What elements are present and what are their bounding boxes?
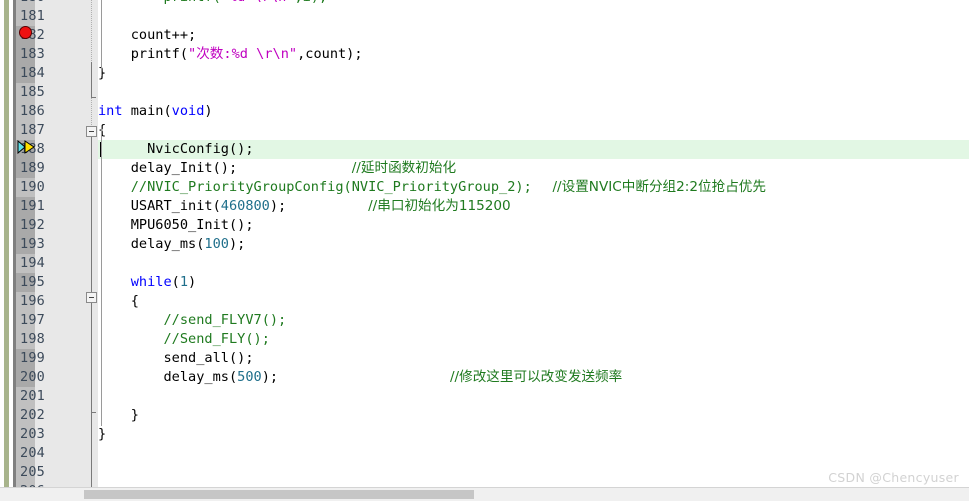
code-text[interactable]: } (98, 425, 106, 444)
code-text[interactable]: delay_ms(500); //修改这里可以改变发送频率 (98, 368, 622, 387)
line-number: 196 (20, 293, 45, 309)
fold-bracket-end (91, 97, 96, 98)
horizontal-scrollbar[interactable] (0, 487, 969, 501)
code-text[interactable]: send_all(); (98, 349, 253, 368)
breakpoint-icon[interactable] (19, 26, 32, 39)
horizontal-scrollbar-thumb[interactable] (84, 490, 474, 499)
code-text[interactable]: //send_FLYV7(); (98, 311, 286, 330)
code-text[interactable]: //Send_FLY(); (98, 330, 269, 349)
line-number: 200 (20, 369, 45, 385)
line-number: 185 (20, 84, 45, 100)
line-number: 180 (0, 0, 51, 7)
line-number: 186 (20, 103, 45, 119)
line-number: 199 (20, 350, 45, 366)
line-number: 183 (20, 46, 45, 62)
line-number: 198 (20, 331, 45, 347)
line-number: 184 (20, 65, 45, 81)
fold-bracket-function (91, 62, 92, 98)
code-text[interactable]: int main(void) (98, 102, 213, 121)
code-guide-line-main (101, 126, 102, 426)
line-number: 204 (20, 445, 45, 461)
execution-pointer-icon (17, 139, 36, 155)
fold-bracket-main (91, 137, 92, 297)
code-text[interactable]: printf("%d \r\n",i); (98, 0, 327, 7)
code-text[interactable]: count++; (98, 26, 196, 45)
code-text[interactable]: } (98, 406, 139, 425)
code-text[interactable]: printf("次数:%d \r\n",count); (98, 45, 363, 64)
line-number: 205 (20, 464, 45, 480)
line-number: 192 (20, 217, 45, 233)
fold-margin[interactable] (86, 0, 98, 501)
code-text[interactable]: delay_Init(); //延时函数初始化 (98, 159, 456, 178)
fold-toggle-main[interactable] (86, 126, 97, 137)
line-number: 203 (20, 426, 45, 442)
code-text[interactable]: MPU6050_Init(); (98, 216, 254, 235)
line-number: 202 (20, 407, 45, 423)
line-number: 195 (20, 274, 45, 290)
code-text[interactable]: NvicConfig(); (98, 140, 253, 159)
code-text[interactable]: //NVIC_PriorityGroupConfig(NVIC_Priority… (98, 178, 766, 197)
line-number: 194 (20, 255, 45, 271)
line-number: 181 (20, 8, 45, 24)
code-text[interactable]: } (98, 64, 106, 83)
watermark: CSDN @Chencyuser (828, 470, 959, 485)
code-text[interactable]: USART_init(460800); //串口初始化为115200 (98, 197, 511, 216)
fold-toggle-while[interactable] (86, 292, 97, 303)
line-number: 193 (20, 236, 45, 252)
line-number: 197 (20, 312, 45, 328)
code-text[interactable]: { (98, 121, 106, 140)
line-number: 191 (20, 198, 45, 214)
code-text[interactable]: while(1) (98, 273, 196, 292)
line-number: 189 (20, 160, 45, 176)
fold-bracket-while (91, 303, 92, 413)
line-number: 190 (20, 179, 45, 195)
code-text[interactable]: { (98, 292, 139, 311)
code-editor[interactable]: 180 printf("%d \r\n",i);181182 count++;1… (0, 0, 969, 501)
fold-bracket-tail (91, 413, 92, 491)
code-guide-line (101, 0, 102, 76)
code-text[interactable]: delay_ms(100); (98, 235, 246, 254)
line-number: 201 (20, 388, 45, 404)
line-number: 187 (20, 122, 45, 138)
